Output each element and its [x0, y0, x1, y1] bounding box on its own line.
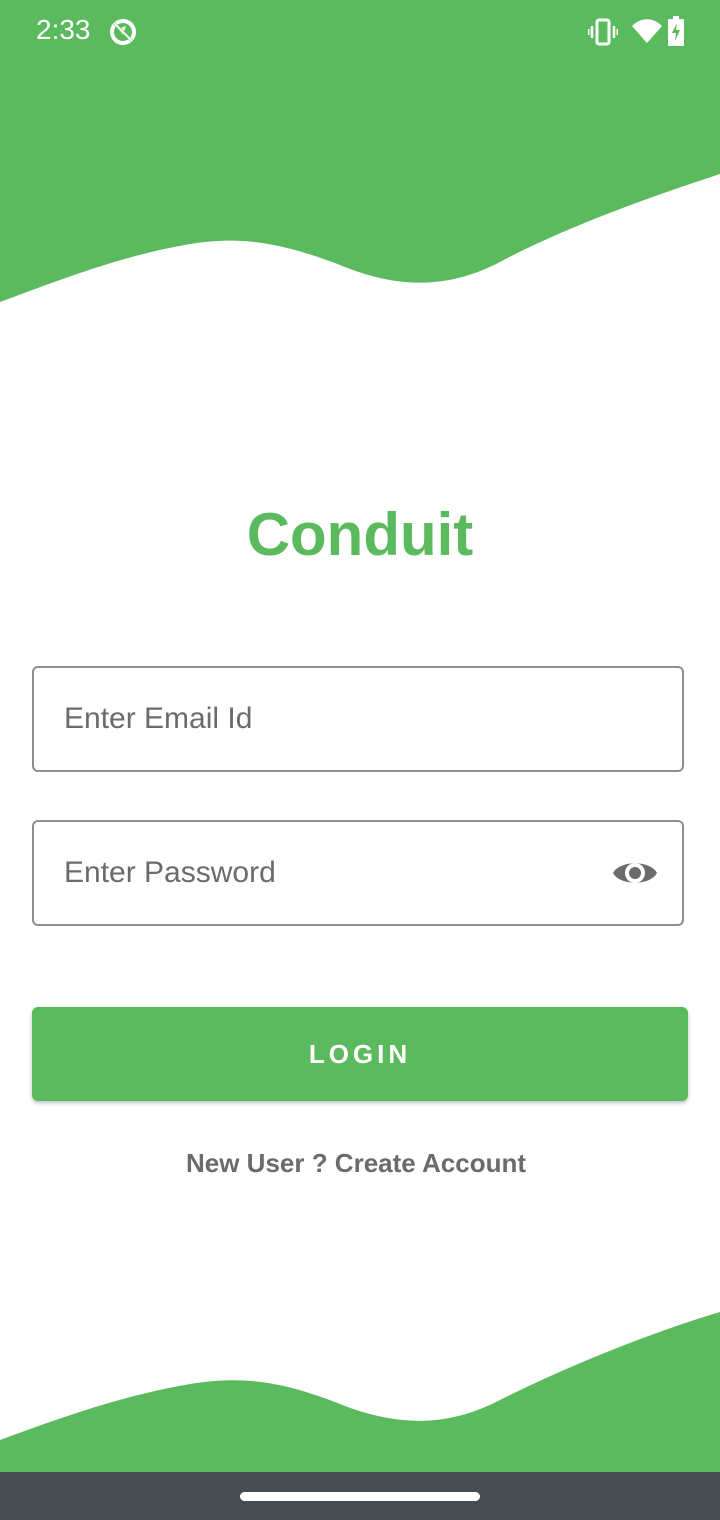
navigation-bar	[0, 1472, 720, 1520]
password-field-container	[32, 820, 684, 926]
bottom-wave-decoration	[0, 1312, 720, 1472]
app-title: Conduit	[246, 501, 474, 568]
no-location-icon	[110, 19, 136, 45]
status-time: 2:33	[36, 14, 91, 45]
create-account-link[interactable]: New User ? Create Account	[0, 1148, 712, 1179]
home-indicator[interactable]	[240, 1492, 480, 1501]
eye-icon[interactable]	[612, 855, 658, 891]
status-bar: 2:33	[0, 0, 720, 64]
battery-charging-icon	[668, 16, 684, 46]
email-field-container	[32, 666, 684, 772]
wifi-icon	[632, 19, 662, 43]
password-input[interactable]	[64, 822, 624, 924]
email-input[interactable]	[64, 668, 624, 770]
login-button[interactable]: LOGIN	[32, 1007, 688, 1101]
vibrate-icon	[588, 18, 618, 46]
